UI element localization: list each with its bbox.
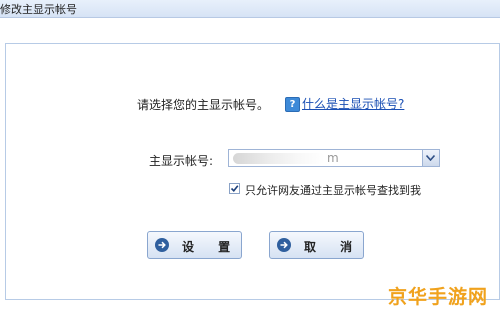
checkmark-icon	[230, 185, 239, 192]
watermark-logo: 京华手游网	[388, 286, 489, 308]
account-select[interactable]: m	[228, 149, 440, 167]
dropdown-button[interactable]	[422, 150, 439, 166]
checkbox-label: 只允许网友通过主显示帐号查找到我	[245, 184, 421, 197]
title-bar: 修改主显示帐号	[0, 0, 500, 18]
window-title: 修改主显示帐号	[0, 3, 77, 16]
dialog-panel	[5, 43, 500, 300]
set-button[interactable]: 设 置	[147, 231, 242, 259]
account-select-value: m	[327, 151, 339, 165]
chevron-down-icon	[426, 155, 435, 161]
arrow-right-icon	[277, 238, 291, 252]
help-link[interactable]: 什么是主显示帐号?	[302, 95, 404, 112]
cancel-button[interactable]: 取 消	[269, 231, 364, 259]
set-button-label: 设 置	[182, 240, 241, 254]
arrow-right-icon	[155, 238, 169, 252]
prompt-text: 请选择您的主显示帐号。	[137, 98, 270, 112]
redacted-account-text	[233, 153, 325, 164]
cancel-button-label: 取 消	[304, 240, 363, 254]
find-by-account-checkbox[interactable]	[229, 183, 240, 194]
help-icon[interactable]: ?	[285, 97, 300, 112]
account-label: 主显示帐号:	[149, 154, 214, 168]
